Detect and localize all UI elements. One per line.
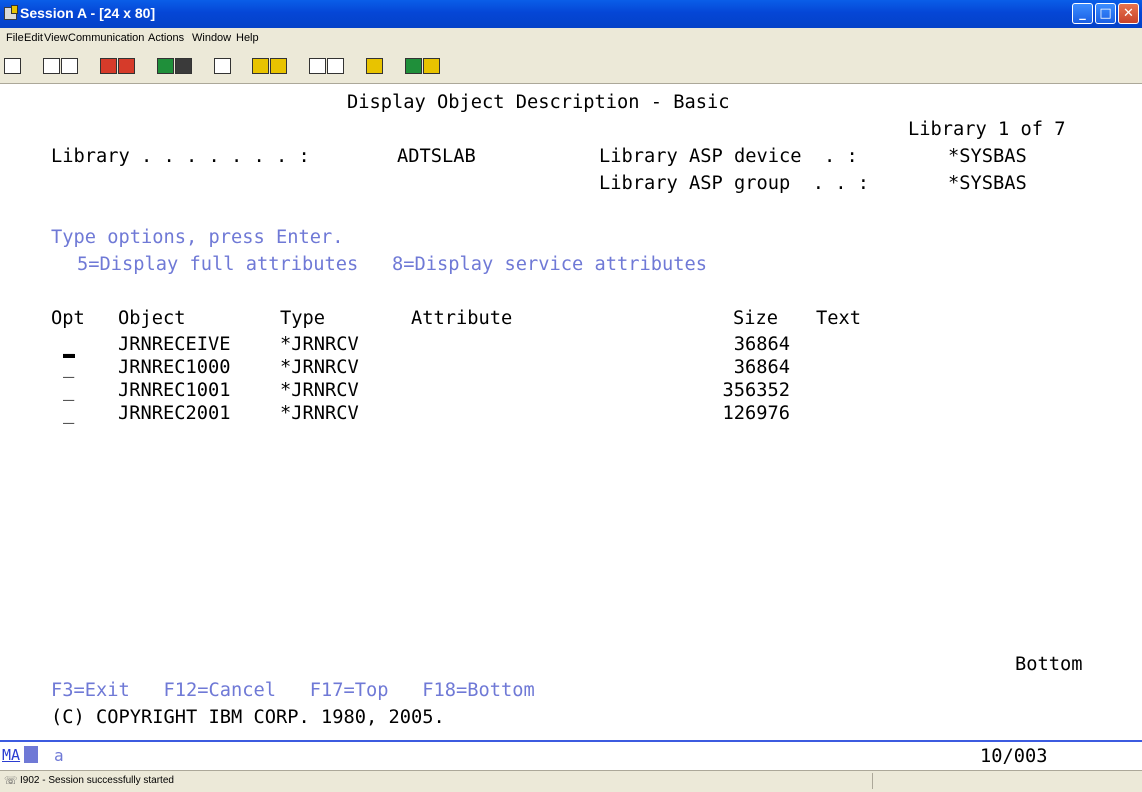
object-size: 126976 — [722, 403, 790, 424]
instructions: Type options, press Enter. — [51, 227, 344, 248]
title-bar: Session A - [24 x 80] _ □ ✕ — [0, 0, 1142, 28]
cursor-position: 10/003 — [980, 746, 1048, 767]
opt-input[interactable]: _ — [63, 334, 74, 356]
input-mode: a — [54, 746, 64, 765]
copyright: (C) COPYRIGHT IBM CORP. 1980, 2005. — [51, 707, 445, 728]
display-icon[interactable] — [157, 58, 174, 74]
operator-info-area: MA a 10/003 — [0, 740, 1142, 770]
object-size: 36864 — [733, 357, 790, 378]
app-icon — [4, 5, 18, 20]
object-name: JRNREC2001 — [118, 403, 231, 424]
more-indicator: Bottom — [1015, 654, 1083, 675]
globe-icon[interactable] — [405, 58, 422, 74]
keyboard-map-icon[interactable] — [309, 58, 326, 74]
object-name: JRNRECEIVE — [118, 334, 231, 355]
library-position: Library 1 of 7 — [908, 119, 1066, 140]
toolbar — [0, 48, 1142, 84]
asp-device-label: Library ASP device . : — [599, 146, 858, 167]
status-divider — [872, 773, 873, 789]
object-type: *JRNRCV — [280, 403, 359, 424]
object-name: JRNREC1000 — [118, 357, 231, 378]
menu-communication[interactable]: Communication — [68, 32, 144, 44]
status-indicator: MA — [2, 746, 21, 764]
menu-bar: File Edit View Communication Actions Win… — [0, 28, 1142, 48]
option-legend: 5=Display full attributes 8=Display serv… — [77, 254, 708, 275]
asp-group-label: Library ASP group . . : — [599, 173, 870, 194]
library-label: Library . . . . . . . : — [51, 146, 310, 167]
object-type: *JRNRCV — [280, 380, 359, 401]
window-title: Session A - [24 x 80] — [20, 5, 156, 21]
menu-actions[interactable]: Actions — [148, 32, 184, 44]
object-size: 36864 — [733, 334, 790, 355]
minimize-button[interactable]: _ — [1072, 3, 1093, 24]
column-header-opt: Opt — [51, 308, 85, 329]
clipboard-icon[interactable] — [366, 58, 383, 74]
object-name: JRNREC1001 — [118, 380, 231, 401]
object-type: *JRNRCV — [280, 334, 359, 355]
copy-icon[interactable] — [43, 58, 60, 74]
menu-help[interactable]: Help — [236, 32, 259, 44]
library-value: ADTSLAB — [397, 146, 476, 167]
menu-window[interactable]: Window — [192, 32, 231, 44]
opt-input[interactable]: _ — [63, 357, 74, 379]
opt-input[interactable]: _ — [63, 380, 74, 402]
function-keys[interactable]: F3=Exit F12=Cancel F17=Top F18=Bottom — [51, 680, 535, 702]
send-file-icon[interactable] — [100, 58, 117, 74]
receive-file-icon[interactable] — [118, 58, 135, 74]
play-macro-icon[interactable] — [270, 58, 287, 74]
maximize-button[interactable]: □ — [1095, 3, 1116, 24]
black-display-icon[interactable] — [175, 58, 192, 74]
text-cursor — [63, 354, 75, 358]
message-text: I902 - Session successfully started — [20, 775, 174, 786]
object-type: *JRNRCV — [280, 357, 359, 378]
menu-edit[interactable]: Edit — [24, 32, 43, 44]
color-map-icon[interactable] — [327, 58, 344, 74]
message-bar: ☏ I902 - Session successfully started — [0, 770, 1142, 792]
asp-device-value: *SYSBAS — [948, 146, 1027, 167]
menu-file[interactable]: File — [6, 32, 24, 44]
screen-heading: Display Object Description - Basic — [347, 92, 730, 113]
help-icon[interactable] — [423, 58, 440, 74]
column-header-size: Size — [733, 308, 779, 329]
terminal-screen[interactable]: Display Object Description - Basic Libra… — [0, 84, 1142, 740]
status-block — [24, 746, 38, 763]
object-size: 356352 — [722, 380, 790, 401]
asp-group-value: *SYSBAS — [948, 173, 1027, 194]
column-header-type: Type — [280, 308, 326, 329]
opt-input[interactable]: _ — [63, 403, 74, 425]
session-icon: ☏ — [4, 774, 18, 787]
record-macro-icon[interactable] — [252, 58, 269, 74]
print-screen-icon[interactable] — [4, 58, 21, 74]
macro-icon[interactable] — [214, 58, 231, 74]
column-header-object: Object — [118, 308, 186, 329]
paste-icon[interactable] — [61, 58, 78, 74]
close-button[interactable]: ✕ — [1118, 3, 1139, 24]
column-header-text: Text — [816, 308, 862, 329]
menu-view[interactable]: View — [44, 32, 68, 44]
column-header-attribute: Attribute — [411, 308, 513, 329]
